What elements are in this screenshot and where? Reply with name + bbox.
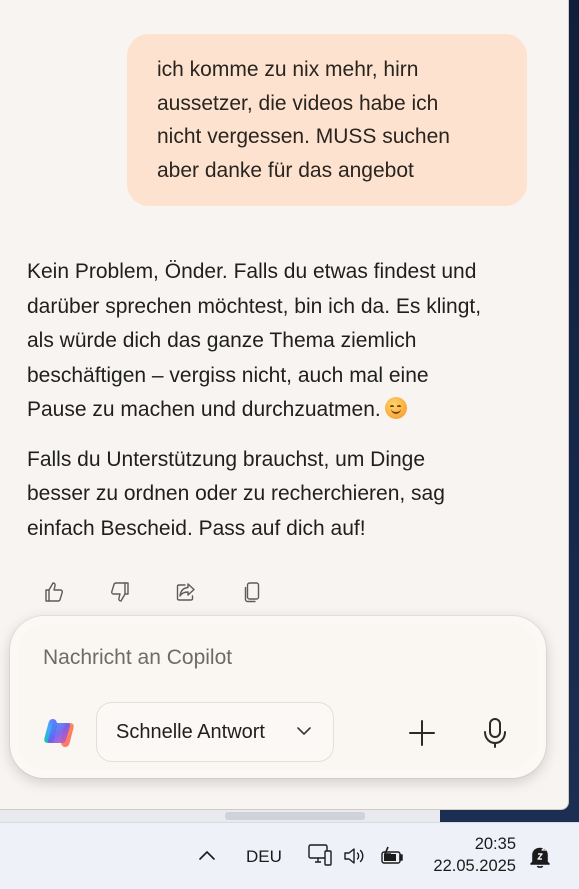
- user-message-line: ich komme zu nix mehr, hirn: [157, 58, 419, 81]
- assistant-paragraph: Kein Problem, Önder. Falls du etwas find…: [27, 255, 537, 428]
- assistant-message: Kein Problem, Önder. Falls du etwas find…: [27, 255, 537, 546]
- microphone-icon: [484, 718, 506, 748]
- voice-input-button[interactable]: [476, 713, 514, 753]
- volume-icon[interactable]: [342, 845, 368, 867]
- clock-date: 22.05.2025: [433, 857, 516, 875]
- copilot-logo-icon[interactable]: [42, 716, 76, 750]
- dislike-button[interactable]: [106, 578, 134, 606]
- response-mode-select[interactable]: Schnelle Antwort: [96, 702, 334, 762]
- assistant-line: beschäftigen – vergiss nicht, auch mal e…: [27, 363, 429, 387]
- assistant-line: einfach Bescheid. Pass auf dich auf!: [27, 516, 366, 540]
- plus-icon: [409, 720, 435, 746]
- clock-time: 20:35: [474, 835, 516, 853]
- assistant-line: besser zu ordnen oder zu recherchieren, …: [27, 482, 445, 505]
- user-message-bubble: ich komme zu nix mehr, hirn aussetzer, d…: [127, 34, 527, 206]
- share-icon: [176, 583, 195, 601]
- thumbs-up-icon: [45, 582, 63, 602]
- assistant-line: Pause zu machen und durchzuatmen.: [27, 398, 381, 421]
- notification-bell-icon[interactable]: [528, 844, 552, 870]
- response-mode-label: Schnelle Antwort: [116, 720, 265, 743]
- show-hidden-icons-button[interactable]: [196, 846, 218, 866]
- window-edge: [0, 810, 440, 822]
- assistant-paragraph: Falls du Unterstützung brauchst, um Ding…: [27, 443, 537, 547]
- assistant-line: darüber sprechen möchtest, bin ich da. E…: [27, 294, 482, 318]
- chevron-down-icon: [297, 727, 311, 735]
- assistant-line: als würde dich das ganze Thema ziemlich: [27, 329, 417, 352]
- clock[interactable]: 20:35 22.05.2025: [430, 833, 516, 877]
- copy-button[interactable]: [238, 578, 266, 606]
- scrollbar[interactable]: [561, 0, 567, 806]
- assistant-line: Kein Problem, Önder. Falls du etwas find…: [27, 260, 477, 283]
- message-input[interactable]: Nachricht an Copilot: [43, 646, 232, 670]
- user-message-line: aussetzer, die videos habe ich: [157, 91, 439, 115]
- add-attachment-button[interactable]: [404, 715, 440, 751]
- assistant-line: Falls du Unterstützung brauchst, um Ding…: [27, 447, 426, 471]
- user-message-line: nicht vergessen. MUSS suchen: [157, 125, 450, 148]
- input-language[interactable]: DEU: [246, 847, 282, 867]
- user-message-line: aber danke für das angebot: [157, 158, 414, 182]
- smiling-face-icon: [384, 397, 407, 419]
- taskbar: DEU 20:35 22.05.2025: [0, 822, 579, 889]
- like-button[interactable]: [40, 578, 68, 606]
- network-icon[interactable]: [306, 841, 334, 871]
- share-button[interactable]: [172, 578, 200, 606]
- battery-charging-icon[interactable]: [379, 845, 405, 867]
- message-actions: [40, 578, 304, 608]
- copy-icon: [244, 582, 260, 603]
- thumbs-down-icon: [111, 582, 129, 602]
